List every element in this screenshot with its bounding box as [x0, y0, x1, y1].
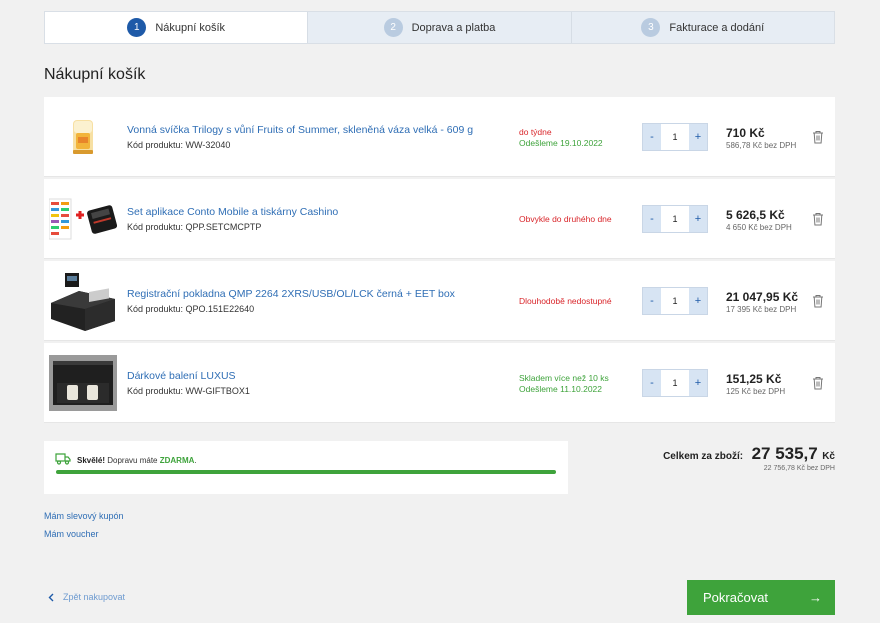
step-number: 2	[383, 18, 403, 37]
product-code: Kód produktu: QPP.SETCMCPTP	[127, 222, 262, 232]
voucher-link[interactable]: Mám voucher	[44, 529, 99, 539]
quantity-decrease-button[interactable]: -	[643, 370, 661, 396]
great-label: Skvělé!	[77, 456, 106, 465]
quantity-stepper: - +	[642, 123, 708, 151]
availability-status: Dlouhodobě nedostupné	[519, 296, 612, 306]
step-cart[interactable]: 1 Nákupní košík	[45, 12, 308, 43]
shipping-date: Odešleme 19.10.2022	[519, 138, 603, 148]
price-without-vat: 17 395 Kč bez DPH	[726, 305, 797, 314]
product-image[interactable]	[49, 105, 117, 169]
availability: Dlouhodobě nedostupné	[519, 296, 612, 307]
quantity-stepper: - +	[642, 205, 708, 233]
back-label: Zpět nakupovat	[63, 592, 126, 602]
shipping-dot: .	[194, 456, 197, 465]
continue-button[interactable]: Pokračovat →	[687, 580, 835, 615]
chevron-left-icon	[48, 593, 54, 601]
availability-status: do týdne	[519, 127, 552, 137]
item-price: 21 047,95 Kč 17 395 Kč bez DPH	[726, 290, 798, 314]
quantity-stepper: - +	[642, 287, 708, 315]
price-with-vat: 5 626,5 Kč	[726, 208, 785, 222]
quantity-input[interactable]	[661, 288, 689, 314]
shipping-date: Odešleme 11.10.2022	[519, 384, 603, 394]
price-with-vat: 151,25 Kč	[726, 372, 782, 386]
free-shipping-message: Skvělé! Dopravu máte ZDARMA.	[77, 456, 197, 465]
cart-item: Registrační pokladna QMP 2264 2XRS/USB/O…	[44, 261, 835, 341]
price-without-vat: 125 Kč bez DPH	[726, 387, 786, 396]
step-label: Nákupní košík	[155, 21, 226, 34]
arrow-right-icon: →	[809, 590, 822, 605]
trash-icon[interactable]	[812, 376, 824, 390]
quantity-decrease-button[interactable]: -	[643, 206, 661, 232]
shipping-text: Dopravu máte	[105, 456, 160, 465]
availability: Skladem více než 10 ks Odešleme 11.10.20…	[519, 373, 609, 395]
total-currency: Kč	[822, 451, 835, 462]
product-image[interactable]	[49, 351, 117, 415]
cart-item: Dárkové balení LUXUS Kód produktu: WW-GI…	[44, 343, 835, 423]
step-label: Doprava a platba	[411, 21, 496, 34]
quantity-input[interactable]	[661, 370, 689, 396]
free-shipping-box: Skvělé! Dopravu máte ZDARMA.	[44, 441, 568, 494]
trash-icon[interactable]	[812, 130, 824, 144]
trash-icon[interactable]	[812, 294, 824, 308]
page-title: Nákupní košík	[44, 66, 146, 83]
continue-label: Pokračovat	[703, 590, 769, 605]
product-image[interactable]	[49, 269, 117, 333]
cart-total: Celkem za zboží: 27 535,7 Kč 22 756,78 K…	[663, 444, 835, 472]
availability: do týdne Odešleme 19.10.2022	[519, 127, 603, 149]
price-with-vat: 21 047,95 Kč	[726, 290, 799, 304]
checkout-steps: 1 Nákupní košík 2 Doprava a platba 3 Fak…	[44, 11, 835, 44]
item-price: 5 626,5 Kč 4 650 Kč bez DPH	[726, 208, 792, 232]
product-code: Kód produktu: WW-GIFTBOX1	[127, 386, 250, 396]
quantity-input[interactable]	[661, 206, 689, 232]
quantity-increase-button[interactable]: +	[689, 370, 707, 396]
cart-item: Vonná svíčka Trilogy s vůní Fruits of Su…	[44, 97, 835, 177]
quantity-input[interactable]	[661, 124, 689, 150]
trash-icon[interactable]	[812, 212, 824, 226]
price-without-vat: 4 650 Kč bez DPH	[726, 223, 792, 232]
step-billing-delivery[interactable]: 3 Fakturace a dodání	[570, 12, 834, 43]
total-without-vat: 22 756,78 Kč bez DPH	[763, 465, 835, 472]
product-code: Kód produktu: WW-32040	[127, 140, 231, 150]
product-name-link[interactable]: Vonná svíčka Trilogy s vůní Fruits of Su…	[127, 124, 473, 136]
step-number: 1	[127, 18, 147, 37]
quantity-decrease-button[interactable]: -	[643, 124, 661, 150]
product-name-link[interactable]: Set aplikace Conto Mobile a tiskárny Cas…	[127, 206, 338, 218]
step-shipping-payment[interactable]: 2 Doprava a platba	[307, 12, 571, 43]
availability-status: Obvykle do druhého dne	[519, 214, 612, 224]
price-with-vat: 710 Kč	[726, 126, 765, 140]
back-to-shopping-link[interactable]: Zpět nakupovat	[48, 592, 125, 602]
free-shipping-progress-bar	[56, 470, 556, 474]
step-number: 3	[641, 18, 661, 37]
quantity-increase-button[interactable]: +	[689, 288, 707, 314]
quantity-increase-button[interactable]: +	[689, 206, 707, 232]
total-label: Celkem za zboží:	[663, 451, 744, 462]
cart-item: Set aplikace Conto Mobile a tiskárny Cas…	[44, 179, 835, 259]
item-price: 151,25 Kč 125 Kč bez DPH	[726, 372, 785, 396]
availability: Obvykle do druhého dne	[519, 214, 612, 225]
availability-status: Skladem více než 10 ks	[519, 373, 609, 383]
step-label: Fakturace a dodání	[669, 21, 765, 34]
product-image[interactable]	[49, 187, 117, 251]
quantity-increase-button[interactable]: +	[689, 124, 707, 150]
cart-list: Vonná svíčka Trilogy s vůní Fruits of Su…	[44, 97, 835, 425]
free-label: ZDARMA	[159, 456, 195, 465]
product-name-link[interactable]: Dárkové balení LUXUS	[127, 370, 236, 382]
coupon-link[interactable]: Mám slevový kupón	[44, 511, 124, 521]
price-without-vat: 586,78 Kč bez DPH	[726, 141, 797, 150]
quantity-stepper: - +	[642, 369, 708, 397]
truck-icon	[55, 453, 71, 465]
product-name-link[interactable]: Registrační pokladna QMP 2264 2XRS/USB/O…	[127, 288, 455, 300]
item-price: 710 Kč 586,78 Kč bez DPH	[726, 126, 796, 150]
product-code: Kód produktu: QPO.151E22640	[127, 304, 255, 314]
total-value: 27 535,7	[751, 444, 818, 463]
quantity-decrease-button[interactable]: -	[643, 288, 661, 314]
